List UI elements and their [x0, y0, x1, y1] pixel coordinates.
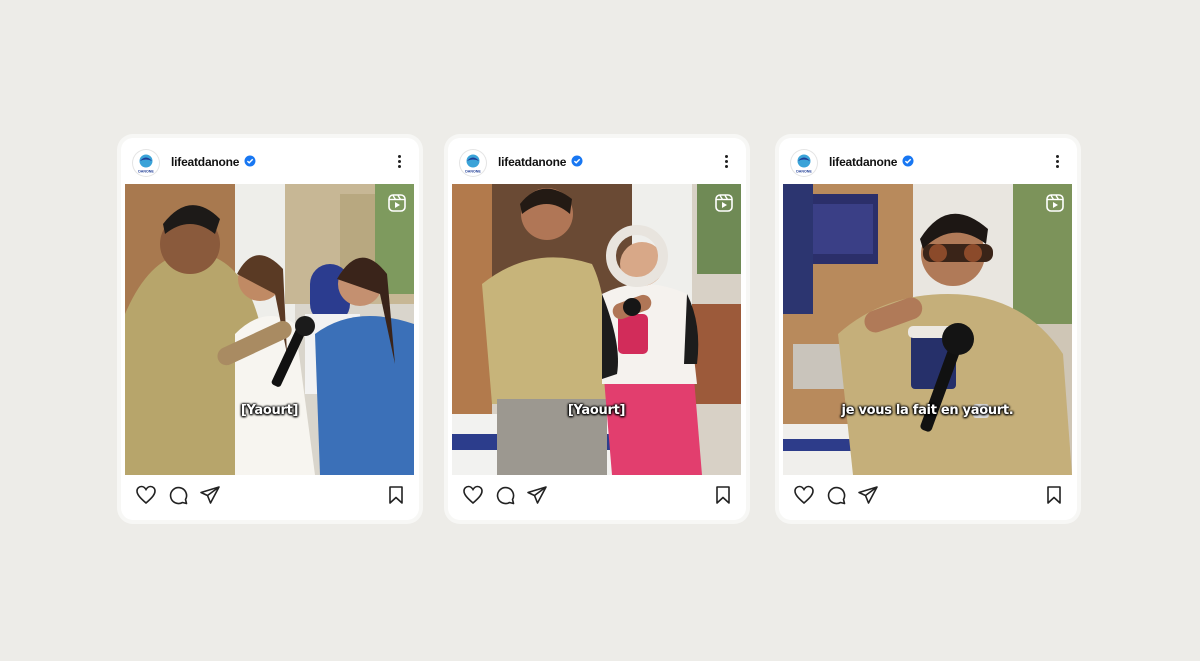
post-media-reel[interactable]: [Yaourt]	[125, 184, 414, 475]
post-header: DANONE lifeatdanone	[121, 138, 419, 184]
bookmark-icon	[1047, 486, 1061, 504]
save-button[interactable]	[385, 484, 407, 506]
post-username[interactable]: lifeatdanone	[171, 155, 239, 169]
post-header: DANONE lifeatdanone	[779, 138, 1077, 184]
bookmark-icon	[389, 486, 403, 504]
more-options-icon[interactable]	[724, 155, 728, 169]
verified-badge-icon	[902, 155, 914, 167]
reel-subtitle: [Yaourt]	[567, 403, 626, 418]
post-username[interactable]: lifeatdanone	[829, 155, 897, 169]
more-options-icon[interactable]	[1055, 155, 1059, 169]
share-button[interactable]	[857, 484, 879, 506]
like-button[interactable]	[135, 484, 157, 506]
danone-avatar[interactable]: DANONE	[133, 150, 159, 176]
save-button[interactable]	[712, 484, 734, 506]
send-icon	[858, 486, 878, 504]
heart-icon	[463, 485, 483, 505]
share-button[interactable]	[199, 484, 221, 506]
post-header: DANONE lifeatdanone	[448, 138, 746, 184]
reels-icon	[388, 194, 406, 212]
reel-frame-image	[783, 184, 1072, 475]
comment-button[interactable]	[494, 484, 516, 506]
share-button[interactable]	[526, 484, 548, 506]
reel-subtitle: je vous la fait en yaourt.	[841, 403, 1014, 418]
svg-text:DANONE: DANONE	[138, 170, 154, 174]
bookmark-icon	[716, 486, 730, 504]
post-actions	[121, 482, 419, 508]
svg-text:DANONE: DANONE	[796, 170, 812, 174]
comment-button[interactable]	[167, 484, 189, 506]
save-button[interactable]	[1043, 484, 1065, 506]
post-card-3: DANONE lifeatdanone je vous la fait en y…	[779, 138, 1077, 520]
send-icon	[527, 486, 547, 504]
verified-badge-icon	[244, 155, 256, 167]
reel-frame-image	[125, 184, 414, 475]
heart-icon	[794, 485, 814, 505]
post-username[interactable]: lifeatdanone	[498, 155, 566, 169]
like-button[interactable]	[462, 484, 484, 506]
comment-icon	[169, 486, 188, 505]
danone-avatar[interactable]: DANONE	[791, 150, 817, 176]
svg-text:DANONE: DANONE	[465, 170, 481, 174]
reels-icon	[1046, 194, 1064, 212]
danone-avatar[interactable]: DANONE	[460, 150, 486, 176]
verified-badge-icon	[571, 155, 583, 167]
heart-icon	[136, 485, 156, 505]
comment-icon	[827, 486, 846, 505]
post-actions	[448, 482, 746, 508]
post-card-2: DANONE lifeatdanone [Yaourt]	[448, 138, 746, 520]
like-button[interactable]	[793, 484, 815, 506]
more-options-icon[interactable]	[397, 155, 401, 169]
reel-subtitle: [Yaourt]	[240, 403, 299, 418]
post-media-reel[interactable]: je vous la fait en yaourt.	[783, 184, 1072, 475]
send-icon	[200, 486, 220, 504]
comment-icon	[496, 486, 515, 505]
post-card-1: DANONE lifeatdanone [Yaourt]	[121, 138, 419, 520]
reel-frame-image	[452, 184, 741, 475]
reels-icon	[715, 194, 733, 212]
post-media-reel[interactable]: [Yaourt]	[452, 184, 741, 475]
comment-button[interactable]	[825, 484, 847, 506]
post-actions	[779, 482, 1077, 508]
